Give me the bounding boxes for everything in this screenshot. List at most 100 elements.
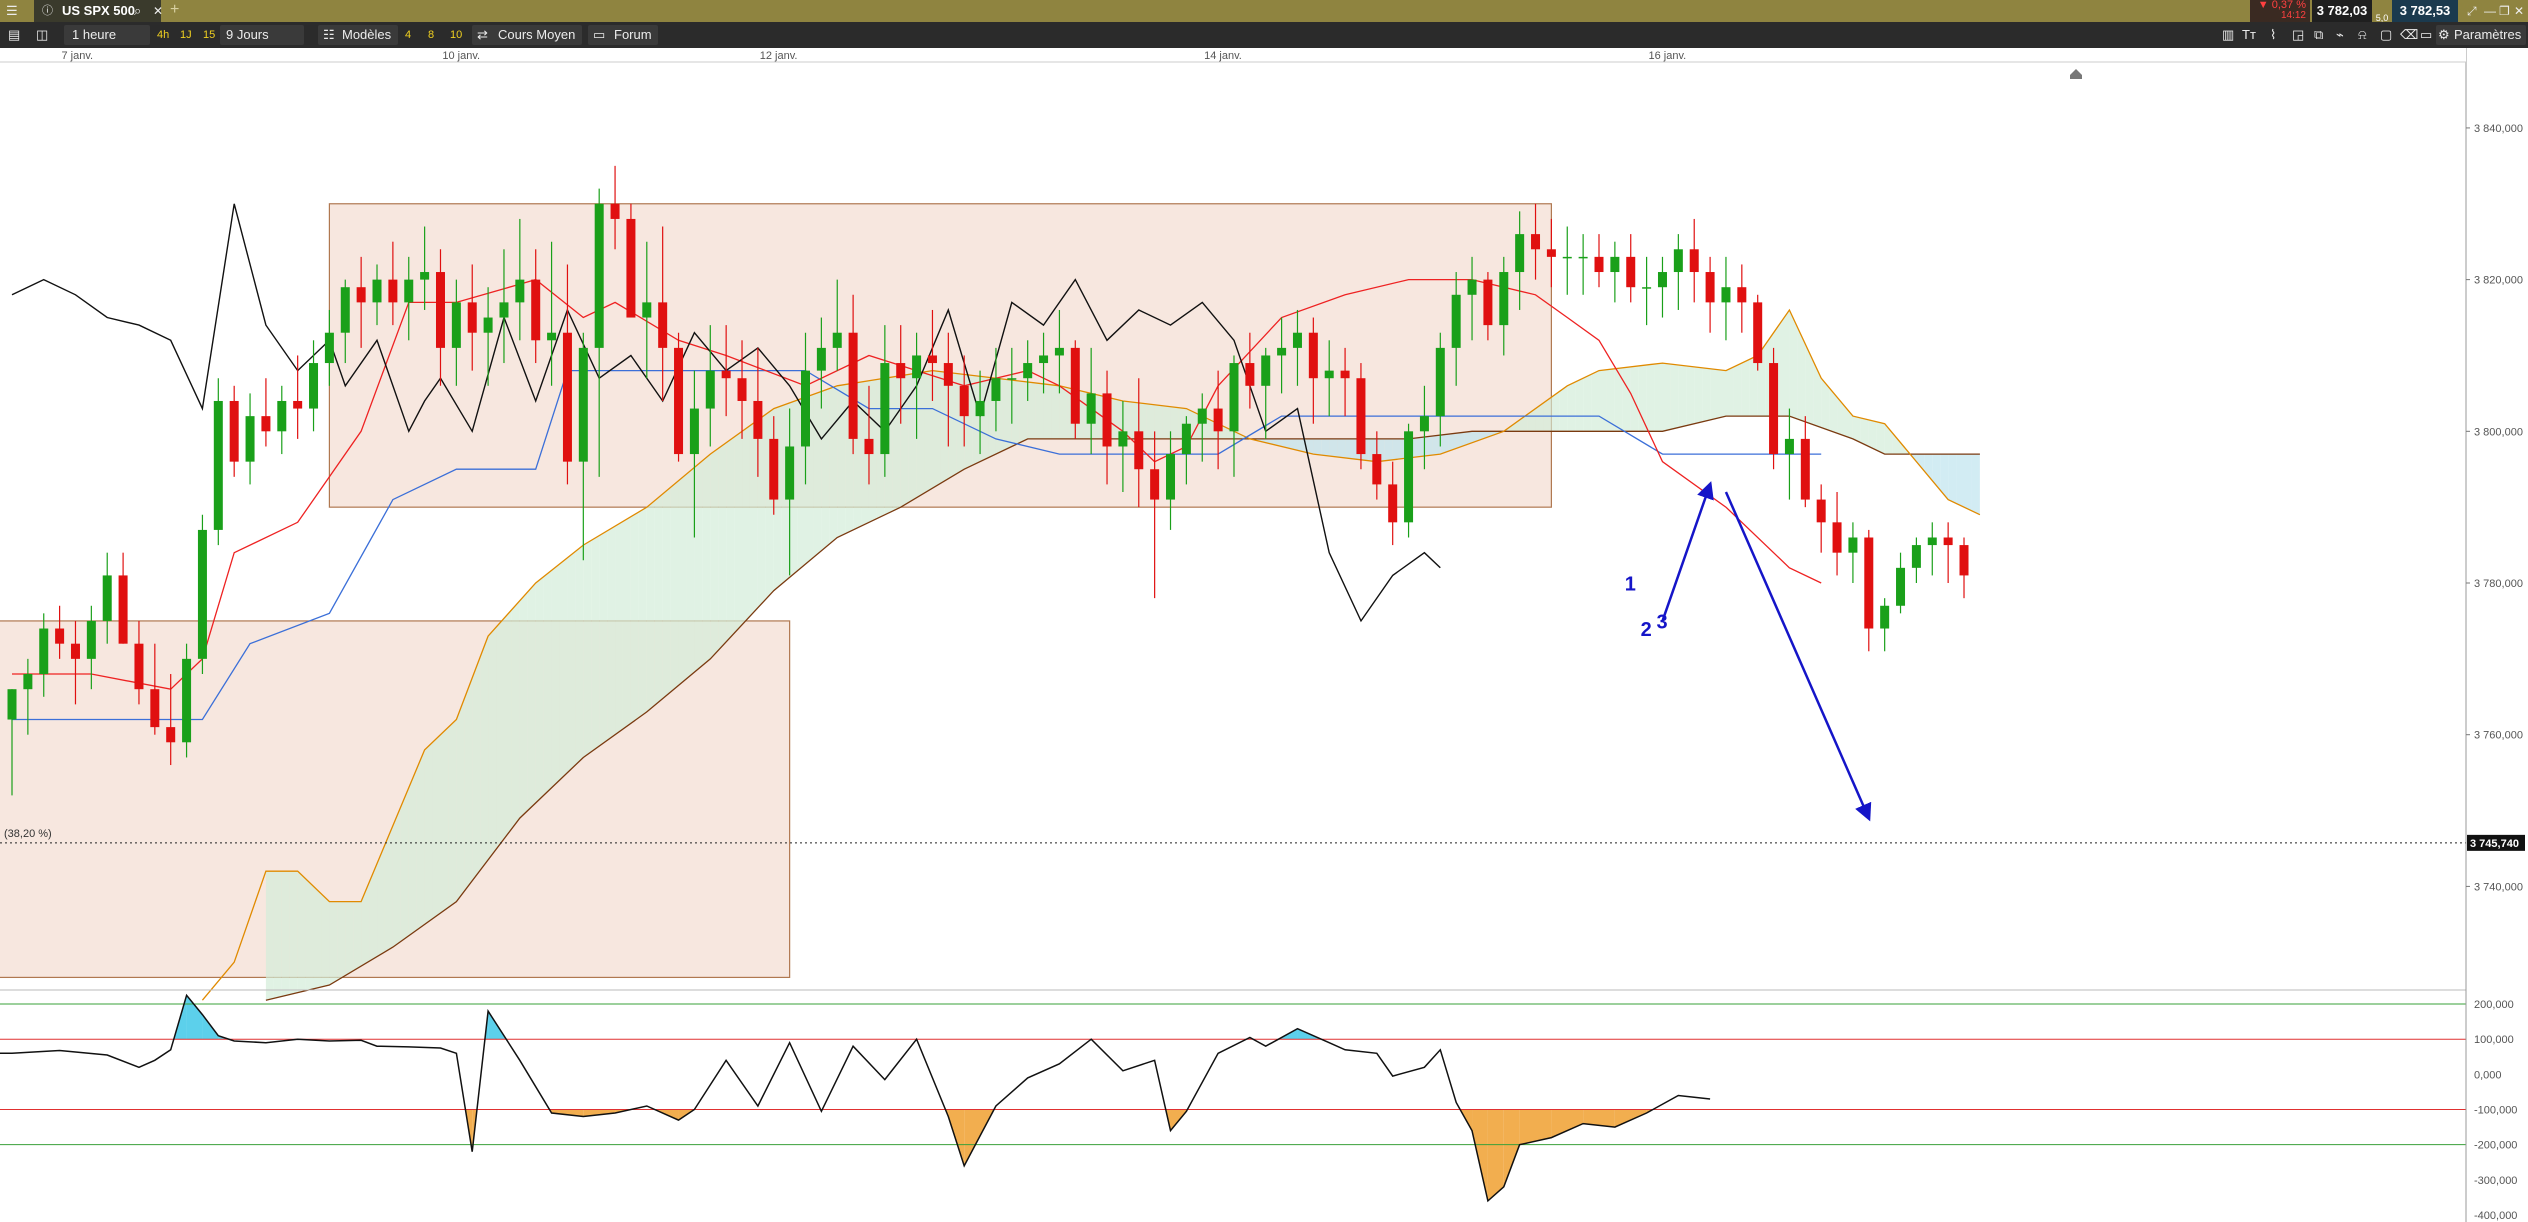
candle-body [1896,567,1906,606]
erase-icon[interactable]: ⌫ [2400,24,2418,46]
ichimoku-cloud-segment [900,374,909,508]
ichimoku-cloud-segment [567,551,576,773]
model-slot-8[interactable]: 8 [428,24,434,46]
average-price-label: Cours Moyen [498,27,576,42]
forum-button[interactable]: ▭ Forum [588,25,658,45]
candle-body [689,408,699,455]
layout-icon[interactable]: ◫ [36,24,48,46]
cci-tick-label: 100,000 [2474,1034,2514,1046]
search-icon[interactable]: ⌕ [134,0,141,22]
ichimoku-cloud-segment [1852,416,1861,443]
tab-info-icon[interactable]: ⓘ [42,0,53,22]
ichimoku-cloud-segment [1670,363,1679,430]
candle-body [39,628,49,675]
candle-body [1324,370,1334,379]
close-window-icon[interactable]: ✕ [2514,0,2524,22]
candle-body [1181,423,1191,455]
candle-body [435,272,445,348]
quick-period-1j[interactable]: 1J [180,24,192,46]
ichimoku-cloud-segment [646,500,655,712]
candle-body [388,279,398,303]
quick-period-15[interactable]: 15 [203,24,215,46]
expand-icon[interactable]: ⤢ [2467,0,2477,22]
ichimoku-cloud-segment [1043,383,1052,439]
quick-period-4h[interactable]: 4h [157,24,169,46]
average-price-button[interactable]: ⇄ Cours Moyen [472,25,582,45]
close-tab-icon[interactable]: ✕ [153,0,163,22]
model-slot-10[interactable]: 10 [450,24,462,46]
candle-body [1959,545,1969,576]
bid-price[interactable]: 3 782,03 [2312,0,2372,22]
candle-body [1039,355,1049,364]
ichimoku-cloud-segment [1551,391,1560,432]
cci-tick-label: -100,000 [2474,1105,2517,1117]
range-select[interactable]: 9 Jours [220,25,304,45]
candle-body [1721,287,1731,303]
ichimoku-cloud-segment [575,545,584,766]
chat-icon[interactable]: ▢ [2380,24,2392,46]
models-button[interactable]: ☷ Modèles [318,25,398,45]
expand-panel-icon[interactable]: ▭ [2420,24,2432,46]
candle-body [324,332,334,364]
candle-body [801,370,810,447]
candle-body [1118,431,1128,447]
candle-body [451,302,461,348]
ichimoku-cloud-segment [559,557,568,781]
ichimoku-cloud-segment [432,734,441,919]
panel-icon[interactable]: ▥ [2222,24,2234,46]
ichimoku-cloud-segment [511,600,520,829]
candle-body [1245,363,1255,386]
candle-body [1102,393,1112,447]
ichimoku-cloud-segment [1622,366,1631,432]
ichimoku-cloud-segment [416,749,425,931]
candle-body [1673,249,1683,273]
ichimoku-cloud-segment [1011,380,1020,447]
ichimoku-cloud-segment [1162,405,1171,439]
wave-label-2: 2 [1641,619,1652,641]
price-tick-label: 3 800,000 [2474,426,2523,438]
restore-icon[interactable]: ❐ [2499,0,2510,22]
period-select[interactable]: 1 heure [64,25,150,45]
candle-body [1642,287,1652,289]
candle-body [769,438,779,500]
candle-body [1435,347,1445,417]
ichimoku-cloud-segment [1424,436,1433,456]
chart-area[interactable]: (38,20 %) 1 2 3 3 840,000 3 820,000 3 800,000… [0,48,2528,1222]
candle-body [816,347,826,371]
title-bar: ☰ US SPX 500 ⓘ ⌕ ✕ + ▼ 0,37 % 14:12 3 78… [0,0,2528,23]
candle-body [1451,294,1461,348]
settings-button[interactable]: ⚙ Paramètres [2436,25,2526,45]
ichimoku-cloud-segment [702,454,711,666]
menu-icon[interactable]: ☰ [6,0,18,22]
minimize-icon[interactable]: — [2484,0,2496,22]
copy-icon[interactable]: ⧉ [2314,24,2323,46]
candle-body [721,370,731,379]
ichimoku-cloud-segment [281,871,290,997]
list-icon[interactable]: ▤ [8,24,20,46]
model-slot-4[interactable]: 4 [405,24,411,46]
ichimoku-cloud-segment [345,901,354,976]
candle-body [896,363,906,379]
ichimoku-cloud-segment [837,384,846,538]
ichimoku-cloud-segment [940,371,949,484]
ichimoku-cloud-segment [726,437,735,642]
ichimoku-cloud-segment [543,570,552,796]
text-tool-icon[interactable]: Tт [2242,24,2256,46]
ichimoku-cloud-segment [718,442,727,651]
ichimoku-cloud-segment [1654,363,1663,432]
link-icon[interactable]: ⌁ [2336,24,2344,46]
drawing-tool-icon[interactable]: ◲ [2292,24,2304,46]
ask-price[interactable]: 3 782,53 [2392,0,2458,22]
ichimoku-cloud-segment [1789,309,1798,419]
bell-icon[interactable]: ⍾ [2358,24,2367,46]
add-tab-icon[interactable]: + [170,0,179,21]
candle-body [102,575,112,621]
ichimoku-cloud-segment [384,825,393,952]
ichimoku-cloud-segment [1964,454,1972,511]
instrument-tab[interactable]: US SPX 500 [34,0,161,22]
models-icon: ☷ [323,27,335,42]
ichimoku-cloud-segment [503,609,512,839]
ichimoku-cloud-segment [1019,381,1028,443]
indicator-icon[interactable]: ⌇ [2270,24,2276,46]
candle-body [737,378,747,401]
